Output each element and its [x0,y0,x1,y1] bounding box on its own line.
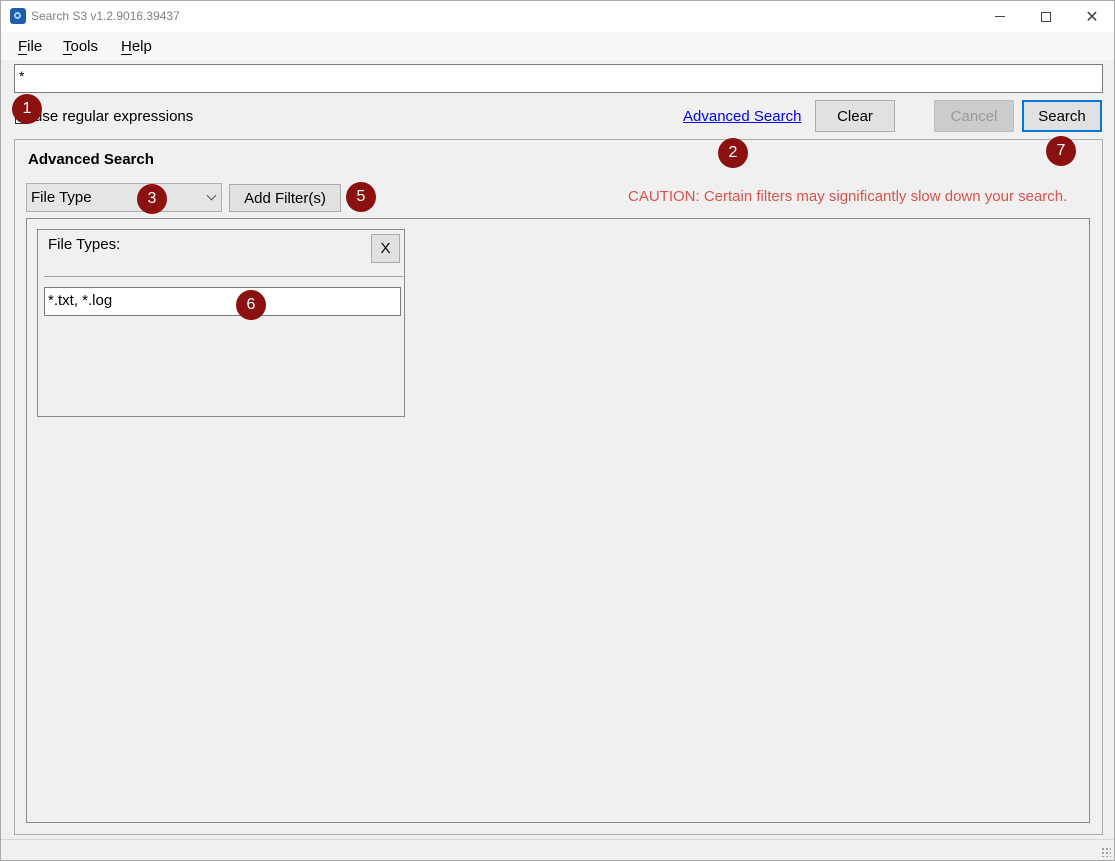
menu-bar: File Tools Help [1,32,1114,60]
annotation-badge-6: 6 [236,290,266,320]
close-window-button[interactable]: ✕ [1069,1,1115,32]
filter-type-select[interactable]: File Type [26,183,222,212]
app-window: Search S3 v1.2.9016.39437 ✕ File Tools H… [0,0,1115,861]
regex-checkbox-label: use regular expressions [34,108,194,125]
advanced-search-title: Advanced Search [28,151,154,168]
resize-grip-icon[interactable] [1101,847,1111,857]
close-icon: ✕ [1085,6,1099,26]
status-bar [1,839,1114,860]
clear-button[interactable]: Clear [815,100,895,132]
filter-card-divider [44,276,403,277]
menu-tools-label: Tools [63,38,99,55]
minimize-button[interactable] [977,1,1023,32]
menu-file[interactable]: File [18,38,43,55]
search-query-input[interactable]: * [14,64,1103,93]
cancel-button[interactable]: Cancel [934,100,1014,132]
app-icon [10,8,26,24]
menu-help[interactable]: Help [121,38,152,55]
menu-tools[interactable]: Tools [63,38,99,55]
window-title: Search S3 v1.2.9016.39437 [31,9,180,23]
annotation-badge-5: 5 [346,182,376,212]
menu-file-label: File [18,38,43,55]
minimize-icon [995,16,1005,17]
annotation-badge-3: 3 [137,184,167,214]
chevron-down-icon [206,190,217,201]
title-bar: Search S3 v1.2.9016.39437 ✕ [1,1,1114,32]
annotation-badge-1: 1 [12,94,42,124]
filter-type-selected: File Type [31,189,92,206]
advanced-search-link[interactable]: Advanced Search [683,108,801,125]
add-filter-button[interactable]: Add Filter(s) [229,184,341,212]
caution-message: CAUTION: Certain filters may significant… [628,188,1068,205]
maximize-icon [1041,11,1051,22]
annotation-badge-2: 2 [718,138,748,168]
annotation-badge-7: 7 [1046,136,1076,166]
remove-filter-button[interactable]: X [371,234,400,263]
file-type-filter-card [37,229,405,417]
file-types-input[interactable]: *.txt, *.log [44,287,401,316]
maximize-button[interactable] [1023,1,1069,32]
menu-help-label: Help [121,38,152,55]
search-button[interactable]: Search [1022,100,1102,132]
filter-card-title: File Types: [48,236,121,253]
